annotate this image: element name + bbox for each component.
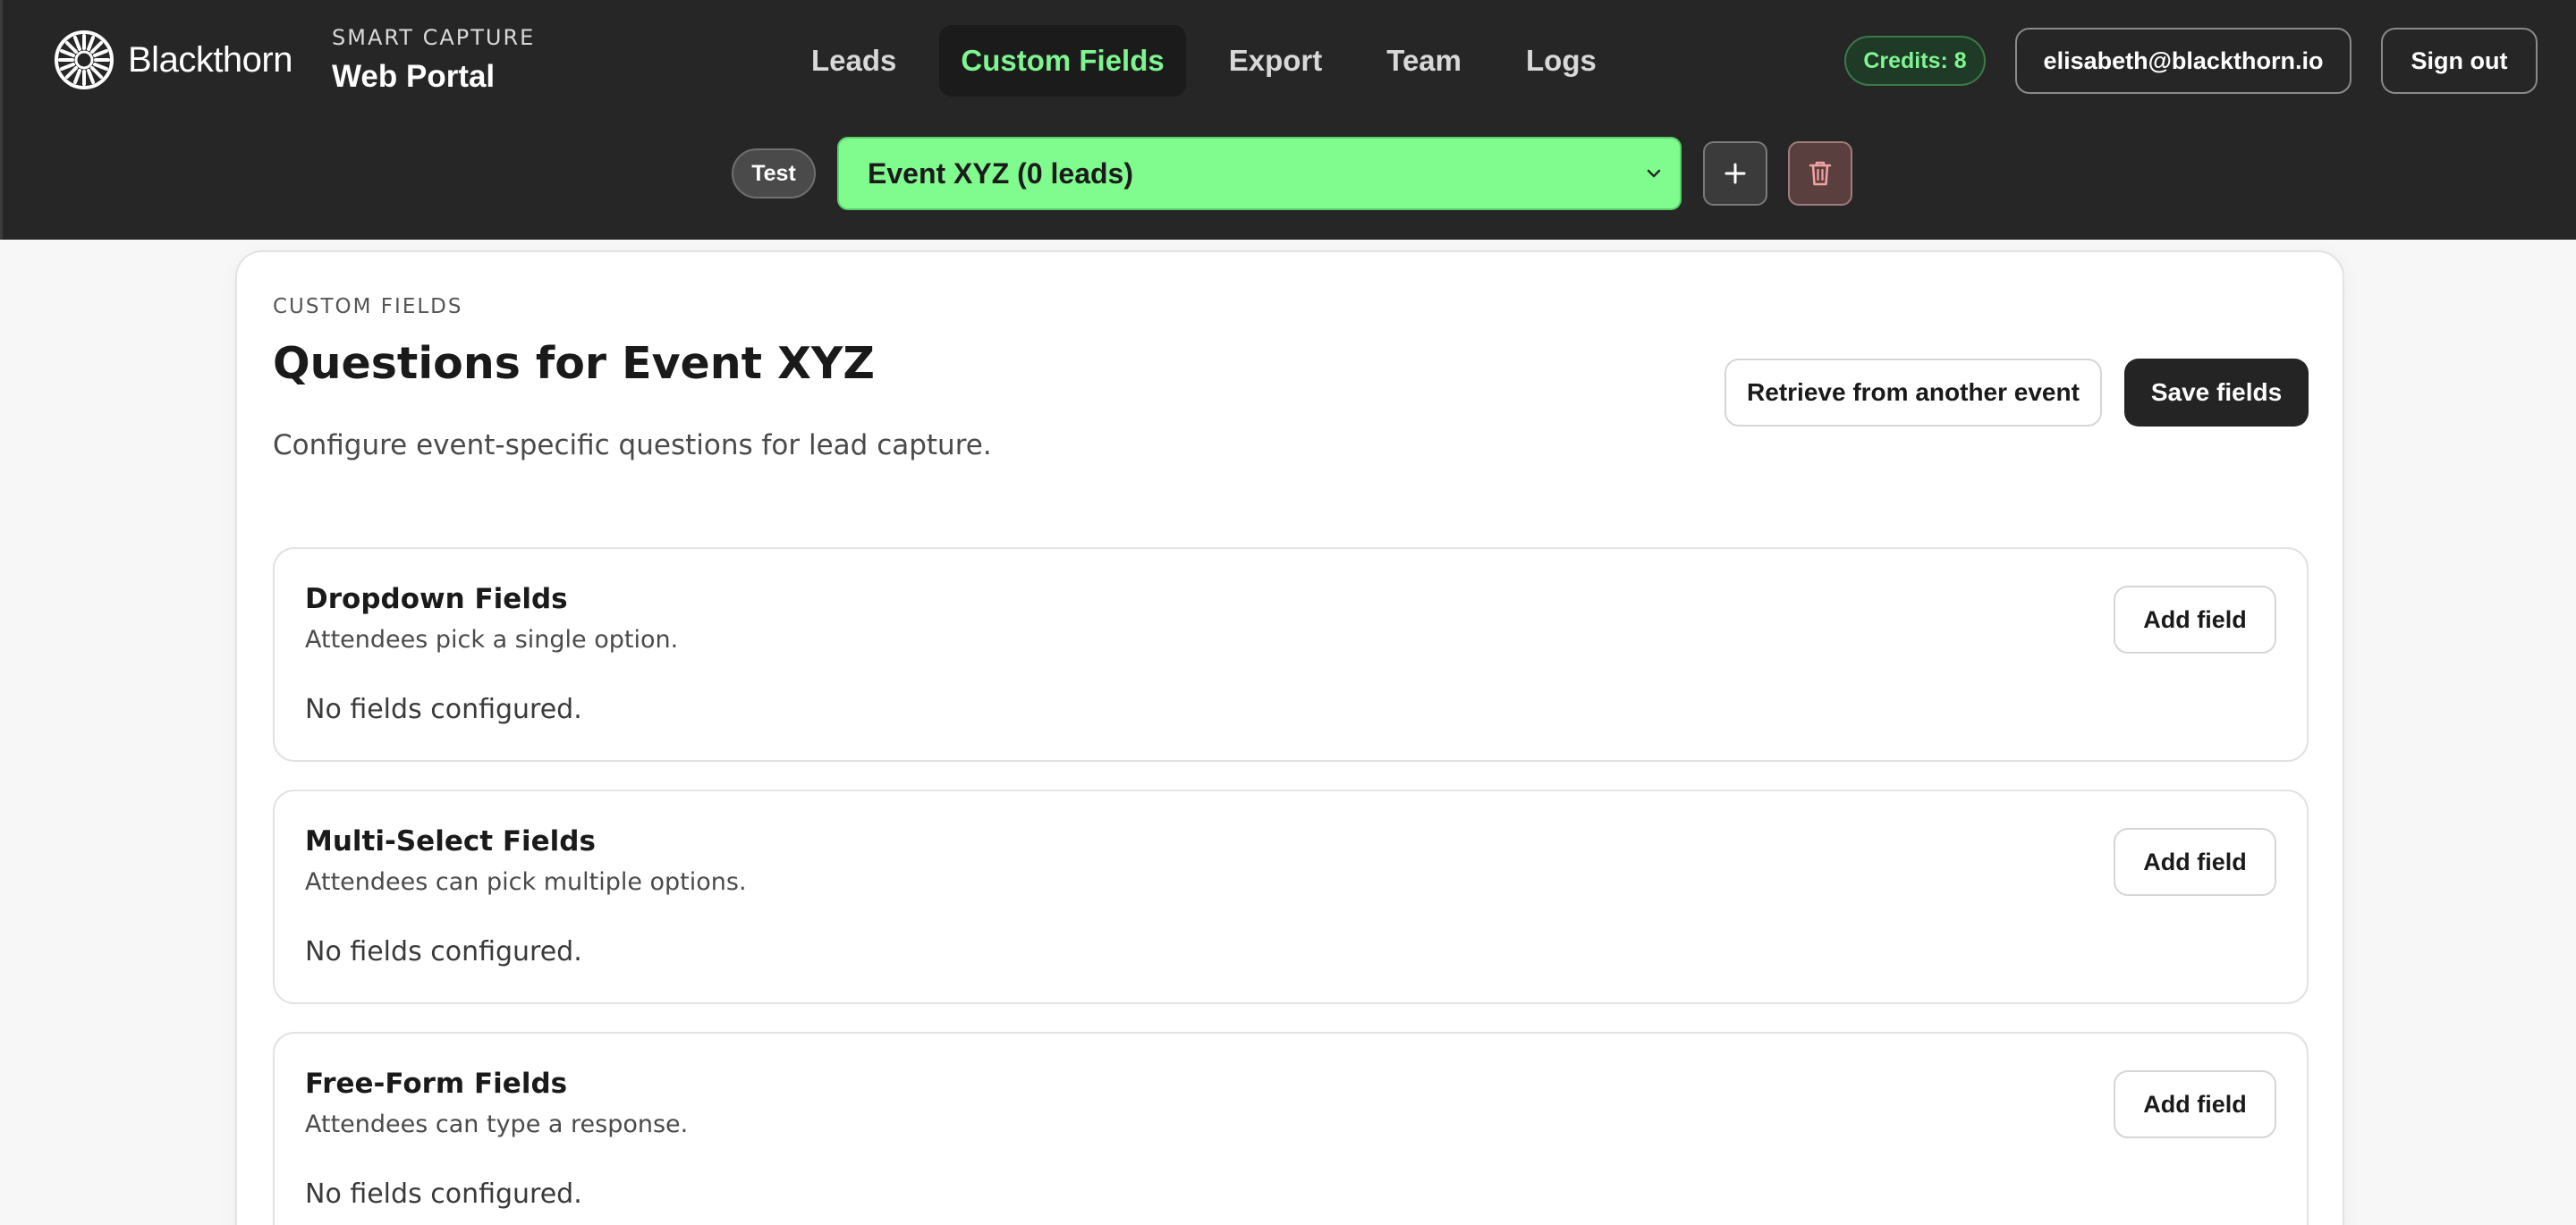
event-select[interactable]: Event XYZ (0 leads) <box>837 137 1682 210</box>
retrieve-from-event-button[interactable]: Retrieve from another event <box>1724 359 2102 427</box>
brand[interactable]: Blackthorn <box>55 30 292 89</box>
nav-item-logs[interactable]: Logs <box>1504 25 1618 97</box>
nav-item-custom-fields[interactable]: Custom Fields <box>939 25 1186 97</box>
page-description: Configure event-specific questions for l… <box>273 429 992 461</box>
save-fields-button[interactable]: Save fields <box>2124 359 2309 427</box>
nav-item-leads[interactable]: Leads <box>790 25 918 97</box>
add-multi-select-field-button[interactable]: Add field <box>2114 828 2276 896</box>
multi-select-fields-section: Multi-Select Fields Attendees can pick m… <box>273 790 2309 1004</box>
top-bar: Blackthorn SMART CAPTURE Web Portal Lead… <box>0 0 2576 240</box>
custom-fields-card: CUSTOM FIELDS Questions for Event XYZ Co… <box>235 250 2344 1225</box>
account-email-button[interactable]: elisabeth@blackthorn.io <box>2015 28 2351 94</box>
empty-state-text: No fields configured. <box>305 694 582 725</box>
empty-state-text: No fields configured. <box>305 936 582 967</box>
section-title: Dropdown Fields <box>305 583 568 615</box>
section-subtitle: Attendees pick a single option. <box>305 626 679 654</box>
delete-event-button[interactable] <box>1788 141 1852 206</box>
empty-state-text: No fields configured. <box>305 1179 582 1210</box>
portal-title: Web Portal <box>332 59 496 94</box>
section-title: Free-Form Fields <box>305 1068 568 1100</box>
trash-icon <box>1809 161 1832 186</box>
brand-name: Blackthorn <box>128 39 292 80</box>
sunburst-logo-icon <box>55 30 114 89</box>
sign-out-button[interactable]: Sign out <box>2381 28 2538 94</box>
main-nav: Leads Custom Fields Export Team Logs <box>790 25 1640 97</box>
dropdown-fields-section: Dropdown Fields Attendees pick a single … <box>273 547 2309 762</box>
add-dropdown-field-button[interactable]: Add field <box>2114 586 2276 654</box>
portal-kicker: SMART CAPTURE <box>332 25 536 50</box>
plus-icon <box>1724 163 1746 184</box>
page-title: Questions for Event XYZ <box>273 338 875 389</box>
nav-item-export[interactable]: Export <box>1208 25 1344 97</box>
add-event-button[interactable] <box>1703 141 1767 206</box>
credits-badge: Credits: 8 <box>1844 36 1986 86</box>
section-subtitle: Attendees can type a response. <box>305 1111 689 1138</box>
chevron-down-icon <box>1647 169 1661 178</box>
portal-heading: SMART CAPTURE Web Portal <box>332 25 535 95</box>
section-title: Multi-Select Fields <box>305 825 596 858</box>
add-free-form-field-button[interactable]: Add field <box>2114 1070 2276 1138</box>
environment-badge: Test <box>732 148 816 199</box>
nav-item-team[interactable]: Team <box>1365 25 1483 97</box>
section-kicker: CUSTOM FIELDS <box>273 295 463 318</box>
free-form-fields-section: Free-Form Fields Attendees can type a re… <box>273 1032 2309 1225</box>
event-select-value: Event XYZ (0 leads) <box>868 156 1133 190</box>
section-subtitle: Attendees can pick multiple options. <box>305 868 747 896</box>
